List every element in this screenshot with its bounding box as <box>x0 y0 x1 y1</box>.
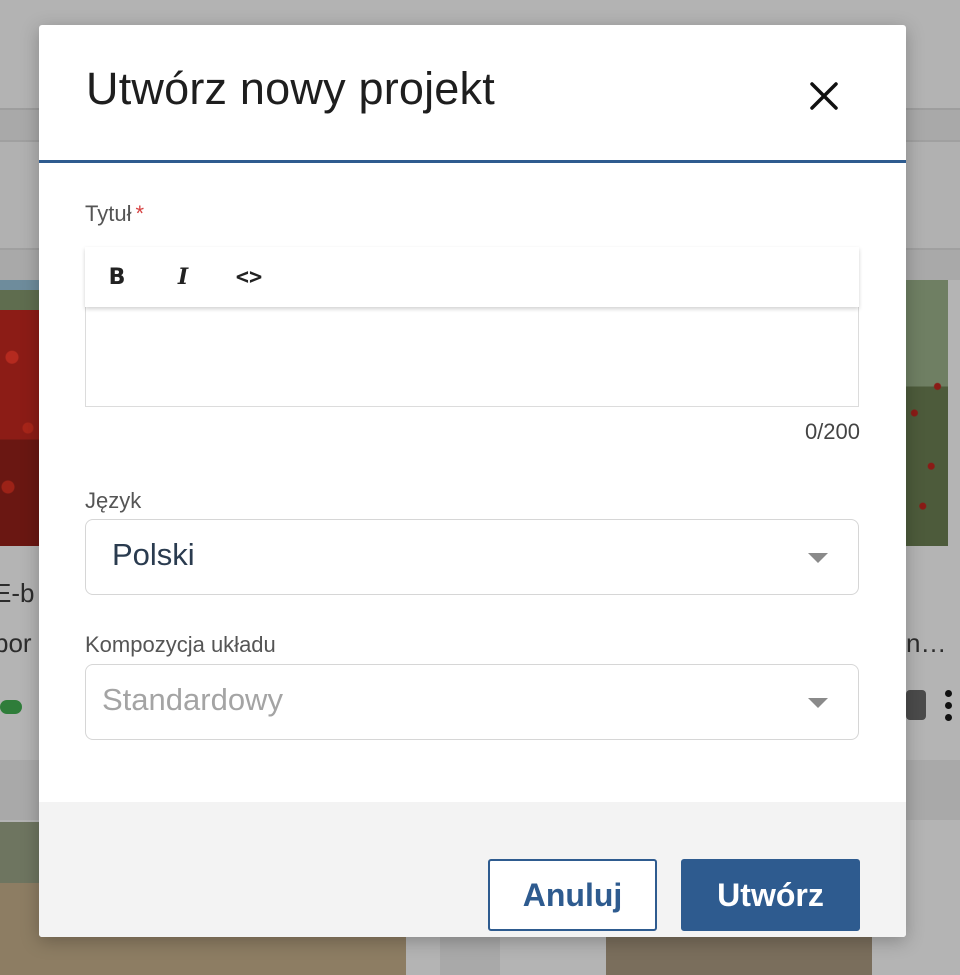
character-counter: 0/200 <box>804 419 860 444</box>
bold-button[interactable]: B <box>99 261 135 293</box>
background-card-title: n… <box>906 628 947 658</box>
cancel-button[interactable]: Anuluj <box>488 859 657 931</box>
close-button[interactable] <box>801 73 847 119</box>
create-button[interactable]: Utwórz <box>681 859 860 931</box>
create-project-dialog: Utwórz nowy projekt Tytuł * B I <> 0/200 … <box>39 25 906 937</box>
required-marker: * <box>135 201 145 226</box>
layout-selected-value: Standardowy <box>102 682 283 717</box>
background-card-subtitle: bor <box>0 628 32 658</box>
background-card-image <box>0 280 40 546</box>
dialog-header: Utwórz nowy projekt <box>39 25 906 163</box>
title-label-text: Tytuł <box>85 201 132 226</box>
close-icon <box>810 82 838 110</box>
background-badge <box>906 690 926 720</box>
language-select[interactable]: Polski <box>85 519 859 595</box>
title-input[interactable] <box>85 307 859 407</box>
language-selected-value: Polski <box>112 537 195 572</box>
background-card-image <box>906 280 948 546</box>
code-button[interactable]: <> <box>231 261 267 293</box>
caret-down-icon <box>808 553 828 563</box>
editor-toolbar: B I <> <box>85 247 859 307</box>
layout-select[interactable]: Standardowy <box>85 664 859 740</box>
layout-field-label: Kompozycja układu <box>85 632 276 657</box>
background-card-title: E-b <box>0 578 35 608</box>
italic-button[interactable]: I <box>165 261 201 293</box>
cloud-sync-icon <box>0 700 22 714</box>
title-rich-text-editor: B I <> <box>85 247 859 408</box>
more-options-icon <box>941 688 955 724</box>
language-field-label: Język <box>85 488 142 513</box>
dialog-footer: Anuluj Utwórz <box>39 802 906 937</box>
dialog-title: Utwórz nowy projekt <box>86 63 495 114</box>
caret-down-icon <box>808 698 828 708</box>
title-field-label: Tytuł * <box>85 201 144 227</box>
